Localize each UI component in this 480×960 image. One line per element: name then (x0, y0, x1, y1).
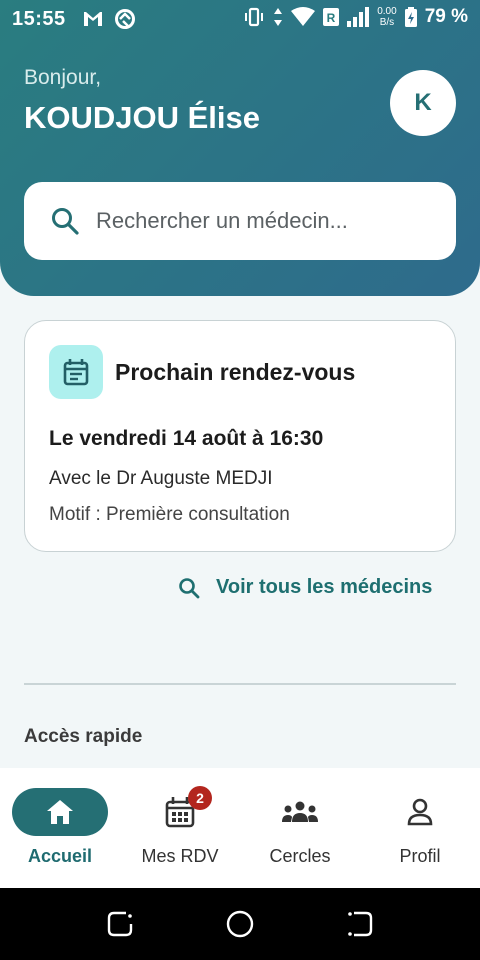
status-time: 15:55 (12, 8, 66, 30)
groups-icon (282, 801, 318, 822)
wifi-icon (291, 7, 316, 26)
roaming-icon: R (323, 8, 340, 26)
nav-icon-wrap-circles (252, 788, 348, 836)
person-icon (407, 798, 433, 826)
header-banner: 15:55 R 0.00 B/s 79 % Bonjour, KOUDJOU É… (0, 0, 480, 296)
battery-percentage: 79 % (424, 6, 468, 27)
calendar-icon (63, 359, 89, 386)
svg-text:R: R (327, 11, 336, 25)
nav-label-circles: Cercles (269, 846, 331, 866)
user-name: KOUDJOU Élise (24, 100, 261, 135)
appointment-icon-box (49, 345, 103, 399)
recent-apps-icon[interactable] (106, 910, 134, 938)
search-icon (179, 577, 200, 598)
nav-active-indicator (12, 788, 108, 836)
next-appointment-card[interactable]: Prochain rendez-vous Le vendredi 14 août… (24, 320, 456, 552)
bottom-navigation: Accueil 2 Mes RDV Cercles Profil (0, 768, 480, 888)
divider (24, 683, 456, 685)
appointment-date: Le vendredi 14 août à 16:30 (49, 427, 324, 450)
nav-item-home[interactable]: Accueil (0, 788, 120, 878)
speed-unit: B/s (379, 17, 395, 28)
nav-label-appointments: Mes RDV (141, 846, 219, 866)
search-icon (52, 208, 79, 235)
search-bar[interactable] (24, 182, 456, 260)
status-bar: 15:55 R 0.00 B/s 79 % (0, 0, 480, 40)
nav-item-profile[interactable]: Profil (360, 788, 480, 878)
nav-item-circles[interactable]: Cercles (240, 788, 360, 878)
avatar[interactable]: K (390, 70, 456, 136)
data-arrows-icon (274, 8, 283, 26)
nav-icon-wrap-profile (372, 788, 468, 836)
battery-icon (404, 7, 417, 27)
speed-value: 0.00 (377, 6, 397, 17)
back-icon[interactable] (346, 910, 374, 938)
quick-access-title: Accès rapide (24, 726, 143, 747)
appointment-doctor: Avec le Dr Auguste MEDJI (49, 468, 273, 489)
home-icon (47, 800, 73, 824)
nav-label-home: Accueil (27, 846, 93, 866)
vibrate-icon (245, 7, 264, 27)
signal-icon (347, 7, 370, 27)
search-input[interactable] (96, 208, 426, 234)
see-all-doctors-link[interactable]: Voir tous les médecins (178, 576, 432, 599)
vpn-icon (115, 9, 135, 29)
nav-label-profile: Profil (399, 846, 441, 866)
nav-icon-wrap-appointments: 2 (132, 786, 228, 836)
gmail-icon (84, 12, 102, 26)
appointments-count-badge: 2 (188, 786, 212, 810)
greeting-text: Bonjour, (24, 66, 102, 89)
appointment-title: Prochain rendez-vous (115, 359, 356, 385)
see-all-doctors-label: Voir tous les médecins (216, 576, 433, 598)
system-navigation-bar (0, 888, 480, 960)
appointment-reason: Motif : Première consultation (49, 504, 290, 525)
nav-item-appointments[interactable]: 2 Mes RDV (120, 786, 240, 878)
network-speed: 0.00 B/s (377, 6, 396, 28)
home-button-icon[interactable] (226, 910, 254, 938)
